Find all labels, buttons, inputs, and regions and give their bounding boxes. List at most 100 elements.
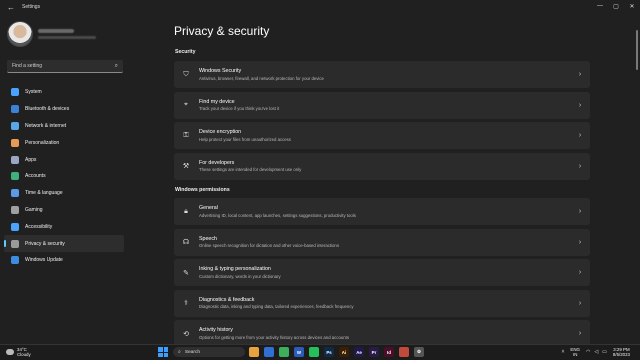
- history-icon: ⟲: [183, 330, 189, 338]
- sidebar-item-label: Windows Update: [25, 257, 63, 264]
- card-description: These settings are intended for developm…: [199, 167, 302, 173]
- taskbar-search[interactable]: ⌕ Search: [173, 347, 245, 357]
- chevron-right-icon: ›: [578, 269, 582, 276]
- sidebar-item-system[interactable]: System: [4, 84, 124, 101]
- sidebar-item-windows-update[interactable]: Windows Update: [4, 252, 124, 269]
- window-controls: — ▢ ✕: [592, 0, 640, 14]
- chevron-right-icon: ›: [578, 330, 582, 337]
- scrollbar[interactable]: [636, 30, 638, 70]
- system-icon: [11, 88, 19, 97]
- wifi-icon[interactable]: ◠: [586, 349, 590, 355]
- card-description: Options for getting more from your activ…: [199, 334, 349, 340]
- misc-app-icon[interactable]: [399, 347, 409, 357]
- sidebar-item-privacy-security[interactable]: Privacy & security: [4, 235, 124, 252]
- chevron-right-icon: ›: [578, 208, 582, 215]
- settings-window: ← Settings — ▢ ✕ Find a setting ⌕ System…: [0, 0, 640, 344]
- card-title: General: [199, 205, 218, 212]
- chevron-right-icon: ›: [578, 299, 582, 307]
- files-app-icon[interactable]: [249, 347, 259, 357]
- sidebar-item-bluetooth-devices[interactable]: Bluetooth & devices: [4, 101, 124, 118]
- card-description: Diagnostic data, inking and typing data,…: [199, 304, 354, 310]
- card-title: Find my device: [199, 98, 235, 105]
- sidebar-item-personalization[interactable]: Personalization: [4, 134, 124, 151]
- clock-date: 8/5/2023: [612, 352, 630, 357]
- minimize-button[interactable]: —: [592, 0, 608, 12]
- whatsapp-app-icon[interactable]: [309, 347, 319, 357]
- setting-device-encryption[interactable]: ⚿ Device encryption Help protect your file…: [174, 122, 590, 149]
- card-text: General Advertising ID, local content, ap…: [199, 205, 574, 218]
- sidebar-item-accounts[interactable]: Accounts: [4, 168, 124, 185]
- illustrator-app-icon[interactable]: Ai: [339, 347, 349, 357]
- close-button[interactable]: ✕: [624, 0, 640, 12]
- setting-activity-history[interactable]: ⟲ Activity history Options for getting mor…: [174, 320, 590, 344]
- battery-icon[interactable]: ▭: [602, 349, 607, 355]
- back-arrow-icon[interactable]: ←: [4, 3, 18, 12]
- word-app-icon[interactable]: W: [294, 347, 304, 357]
- card-text: Inking & typing personalization Custom di…: [199, 266, 574, 279]
- setting-diagnostics-feedback[interactable]: ⚕ Diagnostics & feedback Diagnostic data, …: [174, 289, 590, 317]
- avatar: [7, 21, 33, 47]
- sidebar-item-accessibility[interactable]: Accessibility: [4, 218, 124, 235]
- card-title: For developers: [199, 159, 235, 166]
- setting-for-developers[interactable]: ⚒ For developers These settings are intend…: [174, 152, 590, 180]
- sidebar-item-label: Accessibility: [25, 223, 53, 230]
- clock[interactable]: 3:29 PM 8/5/2023: [613, 347, 630, 357]
- aftereffects-app-icon[interactable]: Ae: [354, 347, 364, 357]
- card-title: Activity history: [199, 327, 233, 334]
- sidebar-item-label: Network & internet: [25, 122, 67, 129]
- card-title: Windows Security: [199, 68, 242, 75]
- sidebar-item-gaming[interactable]: Gaming: [4, 202, 124, 219]
- bluetooth-icon: [11, 105, 19, 114]
- sidebar-item-label: Bluetooth & devices: [25, 106, 70, 113]
- card-description: Advertising ID, local content, app launc…: [199, 212, 356, 218]
- chevron-right-icon: ›: [578, 162, 582, 170]
- setting-general[interactable]: 🔒︎ General Advertising ID, local content, …: [174, 198, 590, 225]
- taskbar: 34°C Cloudy ⌕ Search W Ps Ai Ae Pr Id ⚙ ˄ ENG …: [0, 344, 640, 360]
- title-bar: ← Settings — ▢ ✕: [0, 0, 640, 14]
- speaker-icon[interactable]: ◁: [594, 349, 598, 355]
- search-input[interactable]: Find a setting ⌕: [7, 60, 123, 73]
- setting-inking-typing-personalization[interactable]: ✎ Inking & typing personalization Custom d…: [174, 259, 590, 286]
- settings-app-icon[interactable]: ⚙: [414, 347, 424, 357]
- main-content: Privacy & security Security ⛉ Windows Sec…: [130, 14, 640, 344]
- key-icon: ⚿: [183, 131, 189, 139]
- sidebar-item-label: Apps: [25, 156, 37, 163]
- sidebar-item-label: Accounts: [25, 173, 46, 180]
- language-indicator[interactable]: ENG IN: [570, 347, 580, 357]
- premiere-app-icon[interactable]: Pr: [369, 347, 379, 357]
- card-text: For developers These settings are intende…: [199, 160, 574, 173]
- weather-widget[interactable]: 34°C Cloudy: [6, 347, 31, 357]
- maximize-button[interactable]: ▢: [608, 0, 624, 12]
- speech-icon: ☊: [182, 239, 190, 246]
- card-title: Diagnostics & feedback: [199, 296, 255, 303]
- gamepad-icon: [11, 205, 19, 214]
- diagnostics-icon: ⚕: [184, 300, 188, 307]
- card-text: Find my device Track your device if you t…: [199, 99, 574, 112]
- account-icon: [11, 172, 19, 181]
- shield-icon: ⛉: [183, 70, 189, 78]
- sidebar-item-time-language[interactable]: Time & language: [4, 185, 124, 202]
- sidebar-item-label: Privacy & security: [25, 240, 65, 247]
- setting-windows-security[interactable]: ⛉ Windows Security Antivirus, browser, fir…: [174, 61, 590, 88]
- user-profile[interactable]: [7, 21, 96, 47]
- chevron-up-icon[interactable]: ˄: [562, 349, 565, 355]
- chrome-app-icon[interactable]: [279, 347, 289, 357]
- sidebar-item-apps[interactable]: Apps: [4, 151, 124, 168]
- sidebar-item-network-internet[interactable]: Network & internet: [4, 118, 124, 135]
- indesign-app-icon[interactable]: Id: [384, 347, 394, 357]
- store-app-icon[interactable]: [264, 347, 274, 357]
- cloud-icon: [6, 349, 14, 355]
- taskbar-apps: ⌕ Search W Ps Ai Ae Pr Id ⚙: [158, 347, 429, 357]
- card-title: Device encryption: [199, 129, 242, 136]
- sidebar-item-label: Time & language: [25, 190, 63, 197]
- start-button[interactable]: [158, 347, 168, 357]
- setting-speech[interactable]: ☊ Speech Online speech recognition for dic…: [174, 228, 590, 256]
- search-placeholder: Find a setting: [12, 63, 43, 69]
- chevron-right-icon: ›: [578, 71, 582, 78]
- chevron-right-icon: ›: [578, 132, 582, 139]
- photoshop-app-icon[interactable]: Ps: [324, 347, 334, 357]
- setting-find-my-device[interactable]: ⌖ Find my device Track your device if you …: [174, 91, 590, 119]
- search-icon: ⌕: [178, 349, 181, 355]
- chevron-right-icon: ›: [578, 238, 582, 246]
- page-title: Privacy & security: [174, 24, 270, 38]
